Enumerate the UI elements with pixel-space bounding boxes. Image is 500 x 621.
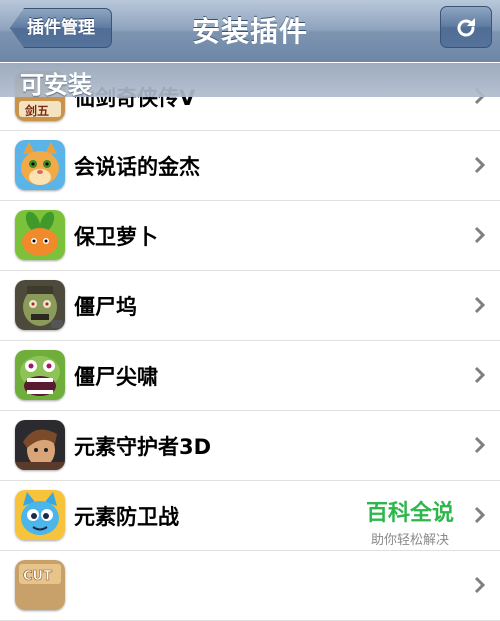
cut-rope-icon: CUT	[15, 560, 65, 610]
svg-text:CUT: CUT	[23, 569, 52, 584]
list-item[interactable]: 会说话的金杰	[0, 131, 500, 201]
watermark-title: 百科全说	[365, 501, 454, 526]
carrot-icon	[15, 210, 65, 260]
chevron-right-icon	[474, 436, 486, 454]
list-item-label: 保卫萝卜	[74, 225, 158, 249]
list-item[interactable]: 僵尸坞	[0, 271, 500, 341]
chevron-right-icon	[474, 156, 486, 174]
chevron-right-icon	[474, 296, 486, 314]
refresh-button[interactable]	[440, 6, 492, 48]
chevron-right-icon	[474, 576, 486, 594]
section-header: 可安装	[0, 63, 500, 99]
svg-text:剑五: 剑五	[24, 103, 49, 118]
list-item[interactable]: 僵尸尖啸	[0, 341, 500, 411]
chevron-right-icon	[474, 366, 486, 384]
watermark-subtitle: 助你轻松解决	[370, 533, 449, 548]
section-header-label: 可安装	[20, 71, 92, 99]
warrior-portrait-icon	[15, 420, 65, 470]
list-item-label: 元素守护者3D	[74, 435, 212, 459]
zombie-icon	[15, 280, 65, 330]
list-item-label: 僵尸坞	[74, 295, 137, 319]
chevron-right-icon	[474, 226, 486, 244]
list-item[interactable]: 元素守护者3D	[0, 411, 500, 481]
navigation-bar: 插件管理 安装插件	[0, 0, 500, 63]
refresh-icon	[457, 18, 475, 37]
list-item[interactable]: 保卫萝卜	[0, 201, 500, 271]
talking-cat-icon	[15, 140, 65, 190]
list-item-label: 会说话的金杰	[74, 155, 200, 179]
list-item-label: 僵尸尖啸	[74, 365, 158, 389]
list-item-label: 元素防卫战	[74, 505, 179, 529]
page-title: 安装插件	[191, 15, 308, 48]
blue-creature-icon	[15, 490, 65, 540]
chevron-right-icon	[474, 506, 486, 524]
watermark: 百科全说 助你轻松解决	[350, 492, 470, 548]
list-item[interactable]: CUT	[0, 551, 500, 621]
zombie-screaming-icon	[15, 350, 65, 400]
